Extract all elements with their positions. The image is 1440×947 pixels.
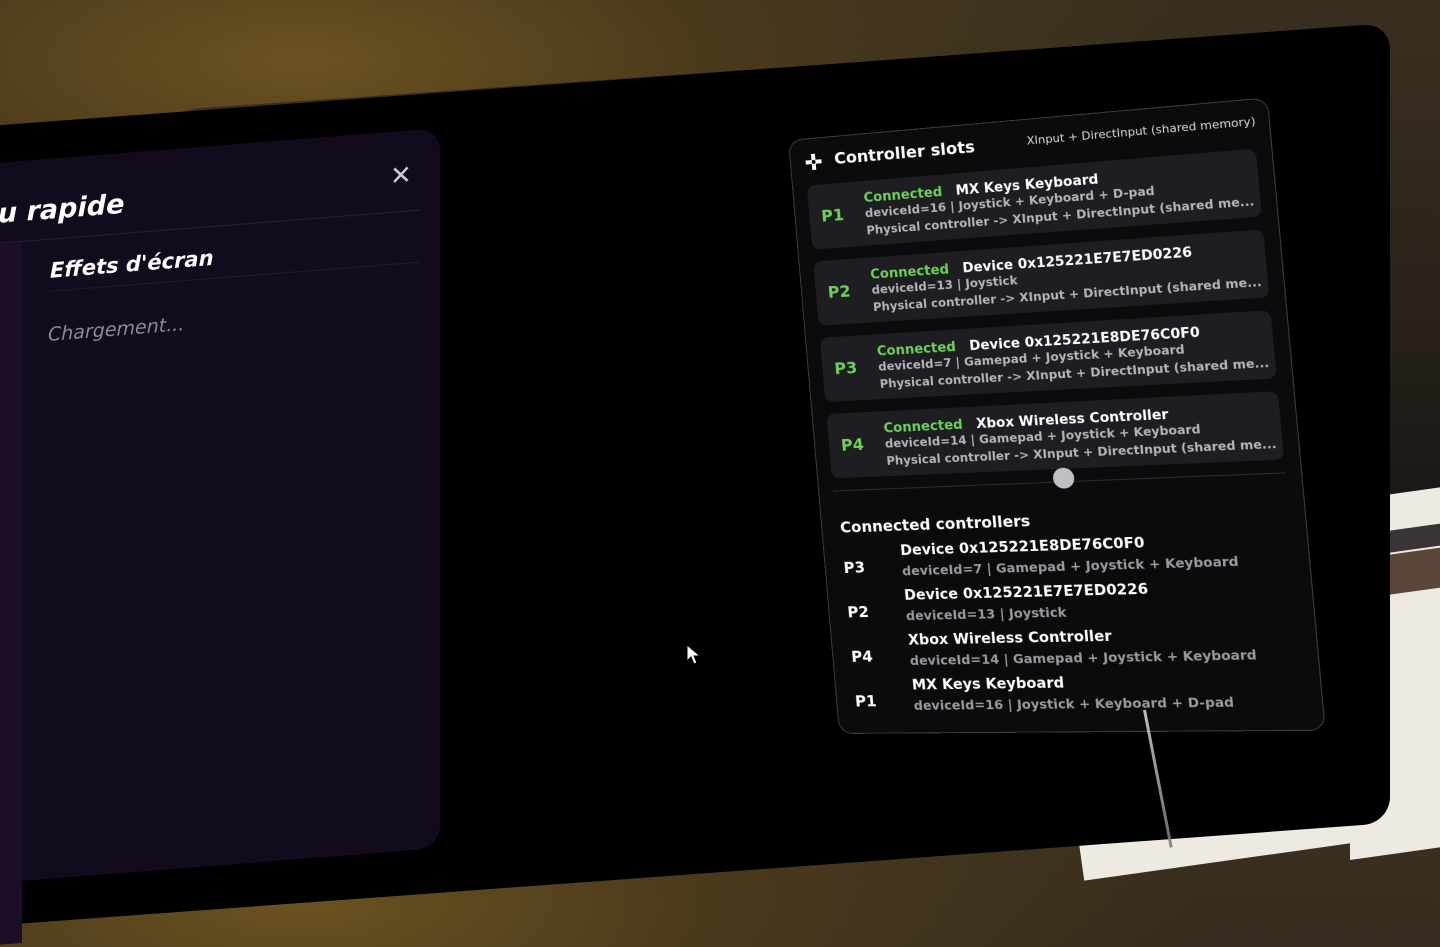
controller-slot-id: P2	[847, 603, 870, 622]
scroll-handle[interactable]	[1052, 467, 1075, 489]
section-title: Effets d'écran	[50, 246, 214, 283]
slot-card-p3[interactable]: P3 Connected Device 0x125221E8DE76C0F0 d…	[820, 310, 1277, 402]
connected-controller-item[interactable]: P4 Xbox Wireless Controller deviceId=14 …	[849, 622, 1297, 676]
mouse-cursor-icon	[686, 644, 702, 666]
device-name: Device 0x125221E7E7ED0226	[962, 245, 1193, 277]
controller-meta: deviceId=16 | Joystick + Keyboard + D-pa…	[913, 694, 1234, 713]
slot-id: P1	[820, 205, 844, 226]
controller-meta: deviceId=13 | Joystick	[905, 604, 1067, 623]
controller-name: MX Keys Keyboard	[911, 675, 1065, 693]
controller-name: Device 0x125221E8DE76C0F0	[900, 535, 1146, 559]
panel-title: Controller slots	[833, 137, 975, 168]
slot-header: Connected Device 0x125221E7E7ED0226	[869, 241, 1192, 283]
quick-menu-sidebar[interactable]	[0, 243, 22, 945]
controller-slot-id: P1	[854, 692, 877, 710]
panel-subtitle: XInput + DirectInput (shared memory)	[1026, 114, 1256, 147]
controller-name: Xbox Wireless Controller	[907, 628, 1112, 648]
gamepad-icon	[804, 152, 823, 172]
connected-controller-item[interactable]: P1 MX Keys Keyboard deviceId=16 | Joysti…	[853, 670, 1301, 721]
slot-card-p4[interactable]: P4 Connected Xbox Wireless Controller de…	[826, 391, 1284, 478]
close-button[interactable]: ✕	[390, 160, 412, 192]
controller-meta: deviceId=14 | Gamepad + Joystick + Keybo…	[909, 647, 1257, 668]
controller-slot-id: P4	[850, 647, 873, 666]
slot-id: P3	[834, 358, 858, 378]
loading-text: Chargement...	[48, 313, 184, 346]
close-icon[interactable]: ✕	[390, 160, 412, 192]
connected-controllers-title: Connected controllers	[839, 512, 1031, 537]
controller-slot-id: P3	[843, 558, 866, 577]
quick-menu-title: u rapide	[0, 189, 124, 230]
slot-id: P4	[840, 435, 864, 455]
controller-slots-wrapper: Controller slots XInput + DirectInput (s…	[788, 91, 1394, 732]
controller-slots-panel: Controller slots XInput + DirectInput (s…	[788, 97, 1326, 734]
controller-name: Device 0x125221E7E7ED0226	[904, 581, 1149, 604]
quick-menu-panel: u rapide ✕ Effets d'écran Chargement...	[0, 128, 440, 885]
slot-id: P2	[827, 281, 851, 302]
